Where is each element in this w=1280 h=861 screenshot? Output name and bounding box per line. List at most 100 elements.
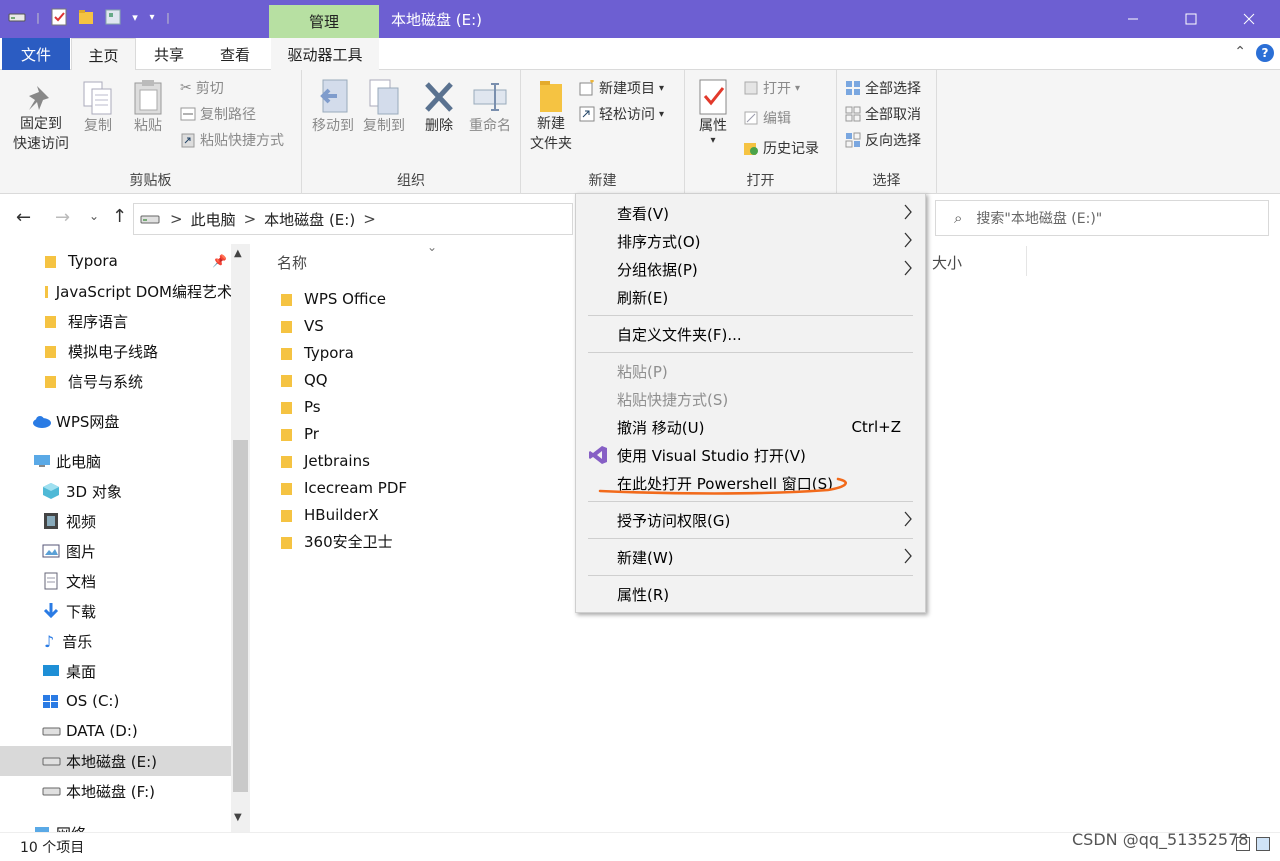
sidebar-item-signals[interactable]: 信号与系统 (0, 366, 232, 396)
maximize-button[interactable] (1168, 0, 1214, 38)
menu-item-properties[interactable]: 属性(R) (576, 580, 925, 608)
minimize-button[interactable] (1110, 0, 1156, 38)
select-all-button[interactable]: 全部选择 (845, 78, 921, 98)
copy-to-button[interactable]: 复制到 (358, 78, 410, 136)
column-header-size[interactable]: 大小 (932, 252, 962, 273)
delete-button[interactable]: 删除 (418, 78, 460, 136)
pin-quick-access-button[interactable]: 固定到 快速访问 (8, 82, 74, 154)
large-icons-view-icon[interactable] (1256, 837, 1270, 851)
sidebar-item-desktop[interactable]: 桌面 (0, 656, 232, 686)
sidebar-item-analog[interactable]: 模拟电子线路 (0, 336, 232, 366)
back-arrow-icon[interactable]: ← (16, 207, 31, 228)
close-button[interactable] (1226, 0, 1272, 38)
invert-selection-button[interactable]: 反向选择 (845, 130, 921, 150)
rename-button[interactable]: 重命名 (464, 78, 516, 136)
file-row[interactable]: Pr (280, 420, 319, 447)
file-row[interactable]: Typora (280, 339, 354, 366)
up-arrow-icon[interactable]: ↑ (112, 206, 127, 227)
menu-item-grant-access[interactable]: 授予访问权限(G) (576, 506, 925, 534)
folder-icon (45, 286, 48, 298)
sidebar-item-wps-cloud[interactable]: WPS网盘 (0, 406, 232, 436)
easy-access-button[interactable]: 轻松访问 ▾ (579, 104, 664, 124)
properties-qat-icon[interactable] (50, 8, 68, 26)
new-group-label: 新建 (588, 173, 617, 189)
sidebar-item-network[interactable]: 网络 (0, 818, 232, 832)
recent-locations-icon[interactable]: ⌄ (89, 209, 99, 223)
cut-button[interactable]: ✂ 剪切 (180, 78, 224, 98)
menu-item-group[interactable]: 分组依据(P) (576, 255, 925, 283)
file-row[interactable]: Ps (280, 393, 321, 420)
file-row[interactable]: VS (280, 312, 324, 339)
pin-icon[interactable]: 📌 (212, 254, 227, 268)
paste-icon (134, 80, 162, 115)
sidebar-item-music[interactable]: ♪ 音乐 (0, 626, 232, 656)
file-row[interactable]: 360安全卫士 (280, 528, 393, 555)
file-row[interactable]: WPS Office (280, 285, 386, 312)
menu-item-label: 查看(V) (617, 204, 669, 223)
tab-view[interactable]: 查看 (205, 38, 265, 70)
edit-button[interactable]: 编辑 (743, 108, 791, 128)
search-box[interactable]: ⌕ 搜索"本地磁盘 (E:)" (935, 200, 1269, 236)
menu-item-view[interactable]: 查看(V) (576, 199, 925, 227)
scroll-up-icon[interactable]: ▲ (234, 248, 242, 259)
sidebar-item-this-pc[interactable]: 此电脑 (0, 446, 232, 476)
menu-item-paste-shortcut[interactable]: 粘贴快捷方式(S) (576, 385, 925, 413)
sidebar-item-documents[interactable]: 文档 (0, 566, 232, 596)
copy-path-button[interactable]: 复制路径 (180, 104, 256, 124)
collapse-ribbon-icon[interactable]: ⌃ (1234, 44, 1246, 60)
customize-qat-icon[interactable] (104, 8, 122, 26)
copy-button[interactable]: 复制 (76, 80, 120, 136)
menu-item-customize-folder[interactable]: 自定义文件夹(F)... (576, 320, 925, 348)
scroll-down-icon[interactable]: ▼ (234, 812, 242, 823)
sidebar-scrollbar[interactable]: ▲ ▼ (231, 244, 250, 832)
menu-item-label: 属性(R) (617, 585, 670, 604)
sidebar-item-drive-d[interactable]: DATA (D:) (0, 716, 232, 746)
scrollbar-thumb[interactable] (233, 440, 248, 792)
sidebar-item-3d-objects[interactable]: 3D 对象 (0, 476, 232, 506)
open-button[interactable]: 打开 ▾ (743, 78, 800, 98)
menu-item-refresh[interactable]: 刷新(E) (576, 283, 925, 311)
move-to-button[interactable]: 移动到 (307, 78, 359, 136)
file-row[interactable]: Jetbrains (280, 447, 370, 474)
tab-share[interactable]: 共享 (140, 38, 198, 70)
qat-more-icon[interactable]: ▾ (148, 8, 156, 26)
tab-home[interactable]: 主页 (71, 38, 136, 71)
column-header-name[interactable]: 名称 (277, 252, 307, 273)
new-folder-button[interactable]: 新建 文件夹 (525, 78, 577, 154)
menu-item-open-visual-studio[interactable]: 使用 Visual Studio 打开(V) (576, 441, 925, 469)
menu-item-paste[interactable]: 粘贴(P) (576, 357, 925, 385)
new-item-button[interactable]: 新建项目 ▾ (579, 78, 664, 98)
paste-shortcut-button[interactable]: 粘贴快捷方式 (180, 130, 284, 150)
new-folder-qat-icon[interactable] (77, 8, 95, 26)
menu-item-undo-move[interactable]: 撤消 移动(U) Ctrl+Z (576, 413, 925, 441)
select-none-button[interactable]: 全部取消 (845, 104, 921, 124)
breadcrumb-drive-e[interactable]: 本地磁盘 (E:) (264, 209, 355, 230)
qat-dropdown-icon[interactable]: ▾ (131, 8, 139, 26)
sidebar-item-videos[interactable]: 视频 (0, 506, 232, 536)
sidebar-item-programming[interactable]: 程序语言 (0, 306, 232, 336)
sidebar-item-downloads[interactable]: 下载 (0, 596, 232, 626)
sidebar-item-drive-c[interactable]: OS (C:) (0, 686, 232, 716)
properties-button[interactable]: 属性 ▾ (693, 78, 733, 146)
manage-context-tab[interactable]: 管理 (269, 5, 379, 38)
tab-file[interactable]: 文件 (2, 38, 70, 70)
sidebar-item-drive-f[interactable]: 本地磁盘 (F:) (0, 776, 232, 806)
file-row[interactable]: HBuilderX (280, 501, 379, 528)
sidebar-item-drive-e[interactable]: 本地磁盘 (E:) (0, 746, 232, 776)
help-icon[interactable]: ? (1256, 44, 1274, 62)
paste-button[interactable]: 粘贴 (126, 78, 170, 136)
sidebar-item-typora[interactable]: Typora 📌 (0, 246, 232, 276)
sidebar-item-label: Typora (68, 252, 118, 270)
history-button[interactable]: 历史记录 (743, 138, 819, 158)
file-row[interactable]: QQ (280, 366, 328, 393)
sidebar-item-js-dom[interactable]: JavaScript DOM编程艺术 (0, 276, 232, 306)
file-row[interactable]: Icecream PDF (280, 474, 407, 501)
address-bar[interactable]: > 此电脑 > 本地磁盘 (E:) > (133, 203, 573, 235)
menu-item-new[interactable]: 新建(W) (576, 543, 925, 571)
sidebar-item-pictures[interactable]: 图片 (0, 536, 232, 566)
breadcrumb-this-pc[interactable]: 此电脑 (191, 209, 236, 230)
menu-item-sort[interactable]: 排序方式(O) (576, 227, 925, 255)
menu-item-label: 分组依据(P) (617, 260, 698, 279)
forward-arrow-icon[interactable]: → (55, 207, 70, 228)
tab-drive-tools[interactable]: 驱动器工具 (271, 38, 379, 70)
